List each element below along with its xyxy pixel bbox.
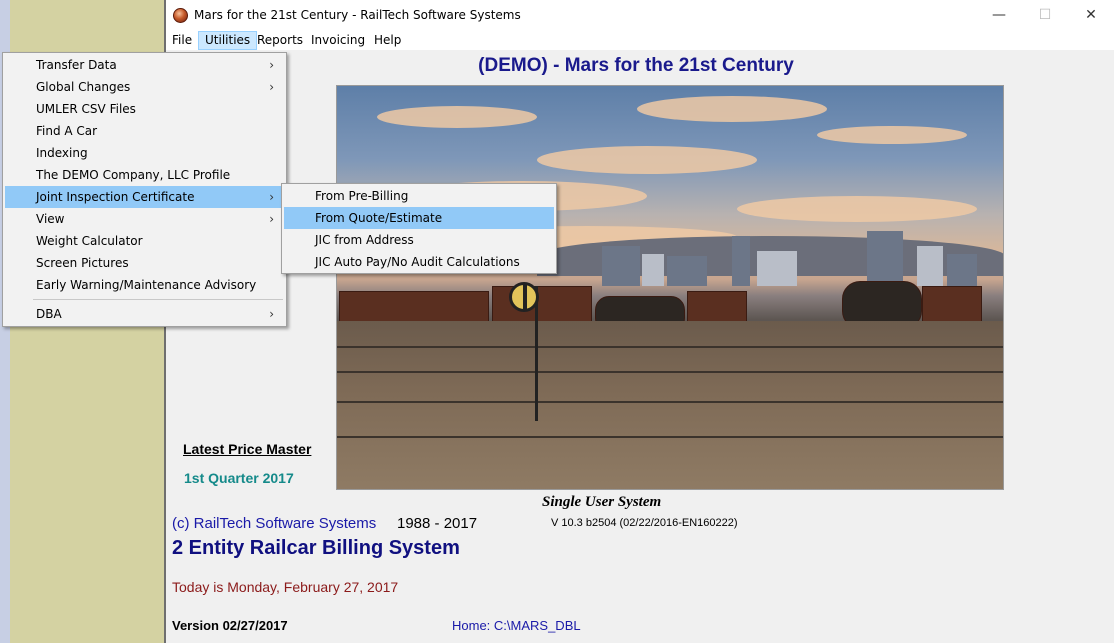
menu-item-global-changes[interactable]: Global Changes › [5,76,284,98]
price-master-quarter: 1st Quarter 2017 [184,470,294,486]
menu-bar: File Utilities Reports Invoicing Help [166,31,1114,50]
submenu-arrow-icon: › [269,80,274,94]
menu-item-view[interactable]: View › [5,208,284,230]
menu-item-indexing[interactable]: Indexing [5,142,284,164]
menu-separator [33,299,283,300]
menu-help[interactable]: Help [368,31,407,50]
menu-item-jic-from-address[interactable]: JIC from Address [284,229,554,251]
utilities-menu: Transfer Data › Global Changes › UMLER CSV… [2,52,287,327]
window-title: Mars for the 21st Century - RailTech Sof… [194,8,521,22]
app-icon[interactable] [173,8,188,23]
copyright-years: 1988 - 2017 [397,515,478,532]
maximize-button[interactable]: ☐ [1022,0,1068,31]
rail-yard-photo [336,85,1004,490]
system-name: 2 Entity Railcar Billing System [172,537,460,559]
submenu-arrow-icon: › [269,190,274,204]
minimize-button[interactable]: — [976,0,1022,31]
menu-item-from-quote-estimate[interactable]: From Quote/Estimate [284,207,554,229]
home-path: Home: C:\MARS_DBL [452,618,581,633]
menu-item-joint-inspection-certificate[interactable]: Joint Inspection Certificate › [5,186,284,208]
menu-item-dba[interactable]: DBA › [5,303,284,325]
menu-invoicing[interactable]: Invoicing [305,31,371,50]
version-date: Version 02/27/2017 [172,618,288,633]
menu-item-from-pre-billing[interactable]: From Pre-Billing [284,185,554,207]
menu-item-screen-pictures[interactable]: Screen Pictures [5,252,284,274]
main-content: (DEMO) - Mars for the 21st Century Lates… [166,50,1114,643]
menu-item-jic-auto-pay[interactable]: JIC Auto Pay/No Audit Calculations [284,251,554,273]
menu-item-umler-csv[interactable]: UMLER CSV Files [5,98,284,120]
menu-utilities[interactable]: Utilities [198,31,258,50]
submenu-arrow-icon: › [269,307,274,321]
page-title: (DEMO) - Mars for the 21st Century [478,55,794,76]
submenu-arrow-icon: › [269,212,274,226]
copyright-text: (c) RailTech Software Systems [172,515,377,532]
jic-submenu: From Pre-Billing From Quote/Estimate JIC… [281,183,557,274]
title-bar[interactable]: Mars for the 21st Century - RailTech Sof… [166,0,1114,31]
submenu-arrow-icon: › [269,58,274,72]
menu-reports[interactable]: Reports [251,31,309,50]
menu-item-transfer-data[interactable]: Transfer Data › [5,54,284,76]
menu-item-weight-calculator[interactable]: Weight Calculator [5,230,284,252]
menu-file[interactable]: File [166,31,198,50]
menu-item-find-a-car[interactable]: Find A Car [5,120,284,142]
close-button[interactable]: ✕ [1068,0,1114,31]
version-build: V 10.3 b2504 (02/22/2016-EN160222) [551,517,738,529]
menu-item-company-profile[interactable]: The DEMO Company, LLC Profile [5,164,284,186]
license-type: Single User System [542,494,662,510]
menu-item-early-warning[interactable]: Early Warning/Maintenance Advisory [5,274,284,296]
main-window: Mars for the 21st Century - RailTech Sof… [166,0,1114,643]
latest-price-master-label: Latest Price Master [183,441,312,457]
today-date: Today is Monday, February 27, 2017 [172,579,399,595]
